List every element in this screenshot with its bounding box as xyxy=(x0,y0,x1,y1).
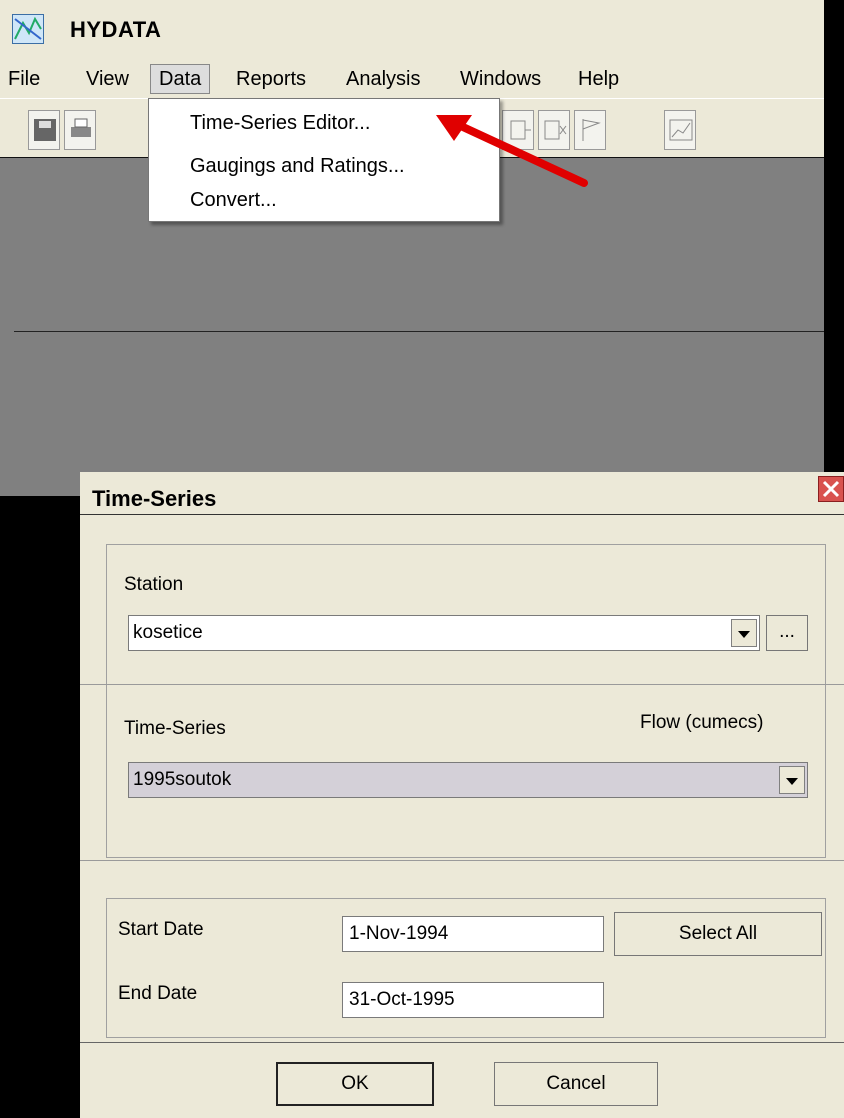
menu-reports[interactable]: Reports xyxy=(228,64,314,94)
chart-icon[interactable] xyxy=(664,110,696,150)
menu-file[interactable]: File xyxy=(0,64,48,94)
station-label: Station xyxy=(124,574,184,595)
menu-item-time-series-editor[interactable]: Time-Series Editor... xyxy=(190,108,370,138)
start-date-field[interactable]: 1-Nov-1994 xyxy=(342,916,604,952)
time-series-combobox[interactable]: 1995soutok xyxy=(128,762,808,798)
divider-line xyxy=(80,860,844,861)
menu-data[interactable]: Data xyxy=(150,64,211,94)
cancel-button[interactable]: Cancel xyxy=(494,1062,658,1106)
close-icon[interactable] xyxy=(818,476,844,502)
menu-analysis[interactable]: Analysis xyxy=(338,64,428,94)
ok-button[interactable]: OK xyxy=(276,1062,434,1106)
browse-station-button[interactable]: ... xyxy=(766,615,808,651)
time-series-value: 1995soutok xyxy=(133,769,232,790)
units-label: Flow (cumecs) xyxy=(640,712,764,733)
start-date-label: Start Date xyxy=(118,919,204,940)
station-combobox[interactable]: kosetice xyxy=(128,615,760,651)
divider-line xyxy=(80,684,844,685)
print-icon[interactable] xyxy=(64,110,96,150)
station-group xyxy=(106,544,826,858)
end-date-field[interactable]: 31-Oct-1995 xyxy=(342,982,604,1018)
menu-item-convert[interactable]: Convert... xyxy=(190,185,277,215)
select-all-button[interactable]: Select All xyxy=(614,912,822,956)
chevron-down-icon[interactable] xyxy=(731,619,757,647)
time-series-label: Time-Series xyxy=(124,718,226,739)
divider-line xyxy=(80,1042,844,1043)
annotation-arrow xyxy=(436,115,588,187)
chevron-down-icon[interactable] xyxy=(779,766,805,794)
app-title: HYDATA xyxy=(70,17,162,42)
menu-windows[interactable]: Windows xyxy=(452,64,549,94)
station-value: kosetice xyxy=(133,622,203,643)
menu-item-gaugings-and-ratings[interactable]: Gaugings and Ratings... xyxy=(190,151,405,181)
save-icon[interactable] xyxy=(28,110,60,150)
dialog-title-divider xyxy=(80,514,844,515)
workspace-divider xyxy=(14,331,824,332)
chart-icon xyxy=(12,14,44,44)
end-date-label: End Date xyxy=(118,983,198,1004)
menu-help[interactable]: Help xyxy=(570,64,627,94)
menu-view[interactable]: View xyxy=(78,64,137,94)
dialog-title: Time-Series xyxy=(92,486,217,511)
